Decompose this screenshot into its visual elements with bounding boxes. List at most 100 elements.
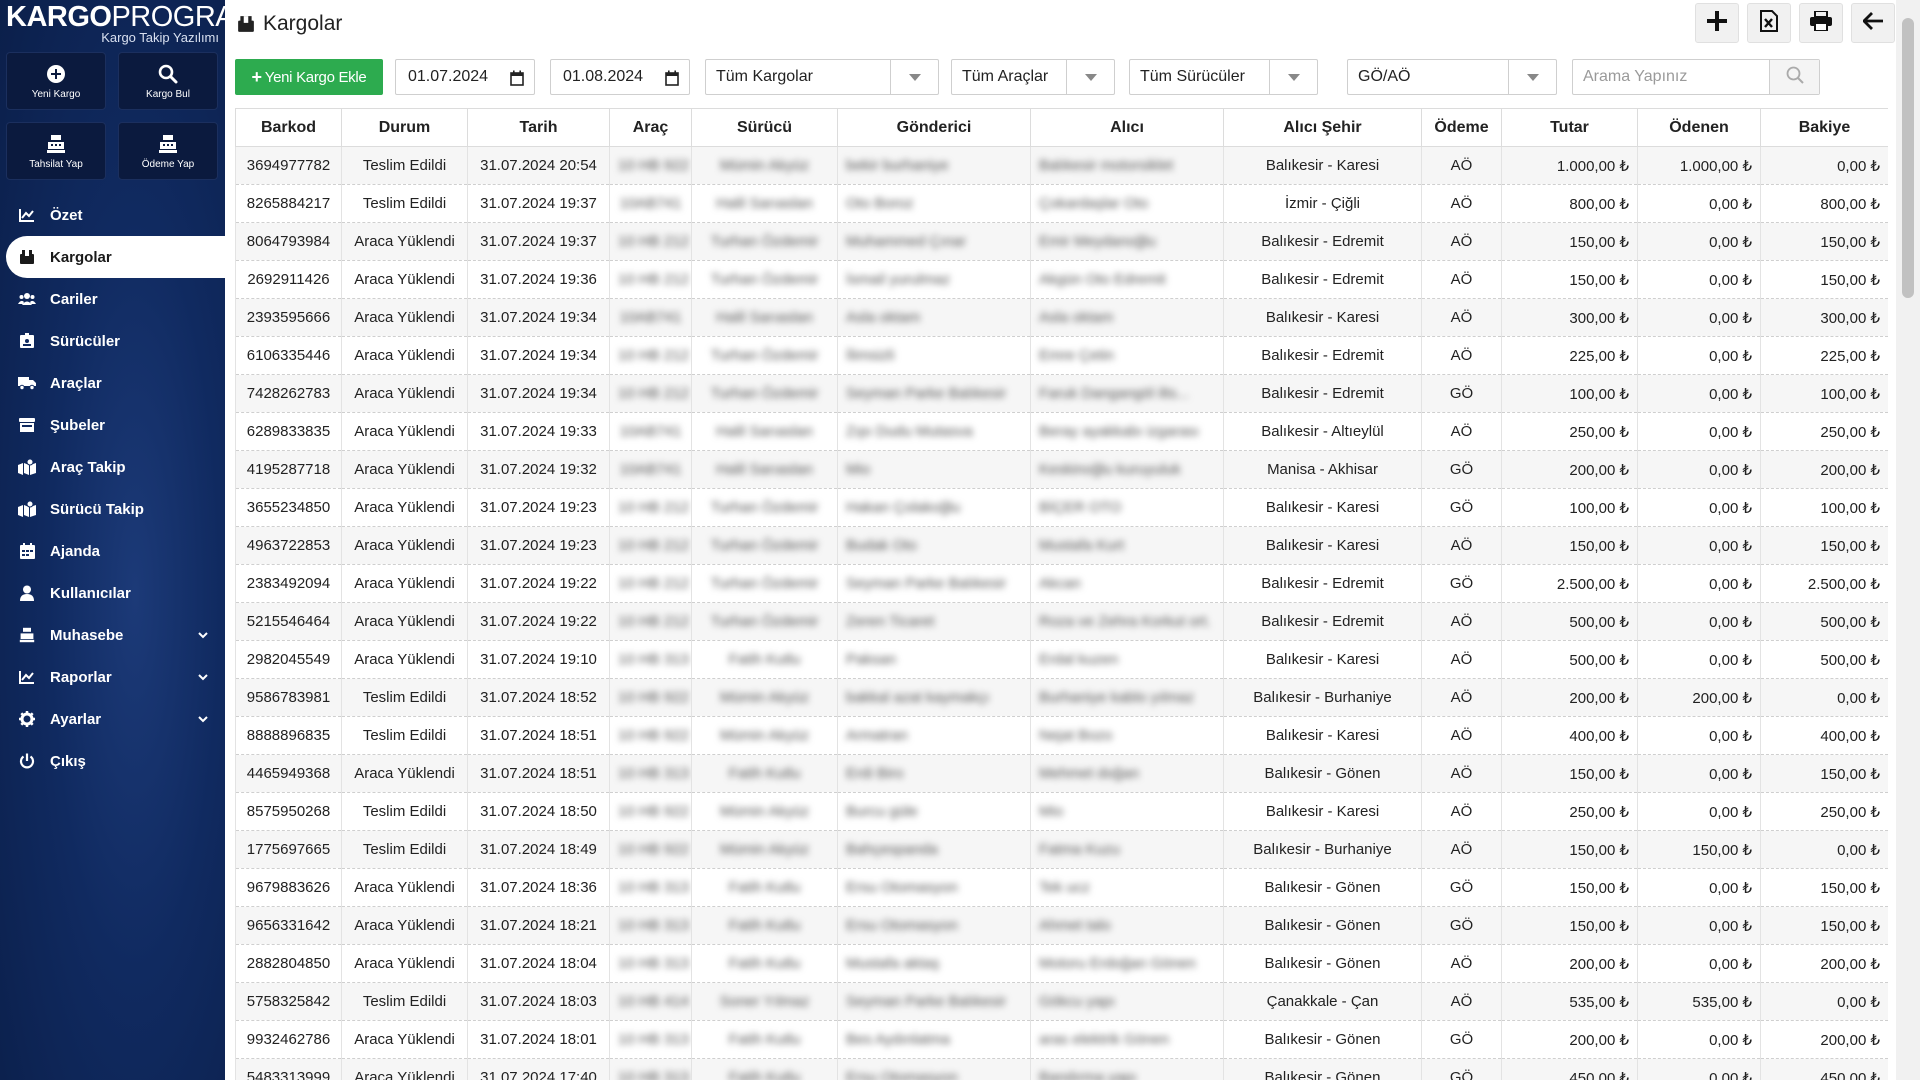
scrollbar-thumb[interactable] — [1902, 18, 1914, 298]
driver-filter-select[interactable]: Tüm Sürücüler — [1129, 59, 1318, 95]
table-row[interactable]: 8575950268 Teslim Edildi 31.07.2024 18:50 1… — [235, 792, 1888, 831]
cell-tarih: 31.07.2024 19:37 — [467, 222, 610, 261]
sidebar-item-kullanicilar[interactable]: Kullanıcılar — [0, 572, 225, 614]
table-row[interactable]: 2882804850 Araca Yüklendi 31.07.2024 18:04… — [235, 944, 1888, 983]
sidebar-item-ayarlar[interactable]: Ayarlar — [0, 698, 225, 740]
table-row[interactable]: 2393595666 Araca Yüklendi 31.07.2024 19:34… — [235, 298, 1888, 337]
cell-barkod: 6289833835 — [235, 412, 342, 451]
sidebar-item-suruculer[interactable]: Sürücüler — [0, 320, 225, 362]
header-actions — [1695, 3, 1895, 43]
table-row[interactable]: 8064793984 Araca Yüklendi 31.07.2024 19:37… — [235, 222, 1888, 261]
add-cargo-button[interactable]: + Yeni Kargo Ekle — [235, 59, 383, 95]
redacted-text: Motoru Erdoğan Gönen — [1039, 955, 1196, 972]
column-header-tarih[interactable]: Tarih — [467, 108, 610, 147]
redacted-text: Turhan Özdemir — [710, 613, 819, 630]
cell-surucu: Mümin Akyüz — [691, 792, 838, 831]
cell-durum: Araca Yüklendi — [341, 450, 468, 489]
column-header-alici-sehir[interactable]: Alıcı Şehir — [1223, 108, 1422, 147]
make-payment-button[interactable]: Ödeme Yap — [118, 122, 218, 180]
sidebar-item-ajanda[interactable]: Ajanda — [0, 530, 225, 572]
payment-filter-select[interactable]: GÖ/AÖ — [1347, 59, 1557, 95]
cell-surucu: Mümin Akyüz — [691, 830, 838, 869]
sidebar-item-label: Araçlar — [50, 374, 102, 392]
table-row[interactable]: 8265884217 Teslim Edildi 31.07.2024 19:37 1… — [235, 184, 1888, 223]
cell-arac: 10 HB 212 — [609, 564, 692, 603]
column-header-odeme[interactable]: Ödeme — [1421, 108, 1502, 147]
table-row[interactable]: 6289833835 Araca Yüklendi 31.07.2024 19:33… — [235, 412, 1888, 451]
table-row[interactable]: 2692911426 Araca Yüklendi 31.07.2024 19:36… — [235, 260, 1888, 299]
column-header-odenen[interactable]: Ödenen — [1637, 108, 1761, 147]
cell-alici-sehir: Balıkesir - Gönen — [1223, 868, 1422, 907]
table-row[interactable]: 9932462786 Araca Yüklendi 31.07.2024 18:01… — [235, 1020, 1888, 1059]
cell-tutar: 150,00 ₺ — [1501, 260, 1638, 299]
table-row[interactable]: 2982045549 Araca Yüklendi 31.07.2024 19:10… — [235, 640, 1888, 679]
column-header-arac[interactable]: Araç — [609, 108, 692, 147]
new-cargo-button[interactable]: Yeni Kargo — [6, 52, 106, 110]
table-row[interactable]: 1775697665 Teslim Edildi 31.07.2024 18:49 1… — [235, 830, 1888, 869]
date-to-input[interactable]: 01.08.2024 — [550, 59, 690, 95]
sidebar-item-raporlar[interactable]: Raporlar — [0, 656, 225, 698]
table-row[interactable]: 5215546464 Araca Yüklendi 31.07.2024 19:22… — [235, 602, 1888, 641]
search-input[interactable] — [1573, 60, 1769, 94]
search-button[interactable] — [1769, 60, 1819, 94]
find-cargo-button[interactable]: Kargo Bul — [118, 52, 218, 110]
add-button[interactable] — [1695, 3, 1739, 43]
sidebar-item-kargolar[interactable]: Kargolar — [6, 236, 225, 278]
column-header-alici[interactable]: Alıcı — [1030, 108, 1224, 147]
table-row[interactable]: 9656331642 Araca Yüklendi 31.07.2024 18:21… — [235, 906, 1888, 945]
table-row[interactable]: 3655234850 Araca Yüklendi 31.07.2024 19:23… — [235, 488, 1888, 527]
print-button[interactable] — [1799, 3, 1843, 43]
table-row[interactable]: 9679883626 Araca Yüklendi 31.07.2024 18:36… — [235, 868, 1888, 907]
sidebar-item-arac-takip[interactable]: Araç Takip — [0, 446, 225, 488]
column-header-surucu[interactable]: Sürücü — [691, 108, 838, 147]
sidebar-item-araclar[interactable]: Araçlar — [0, 362, 225, 404]
table-row[interactable]: 4195287718 Araca Yüklendi 31.07.2024 19:32… — [235, 450, 1888, 489]
cell-tarih: 31.07.2024 18:04 — [467, 944, 610, 983]
table-row[interactable]: 9586783981 Teslim Edildi 31.07.2024 18:52 1… — [235, 678, 1888, 717]
sidebar-item-ozet[interactable]: Özet — [0, 194, 225, 236]
cell-odenen: 0,00 ₺ — [1637, 944, 1761, 983]
calendar-icon[interactable] — [665, 70, 679, 86]
calendar-icon — [18, 542, 36, 560]
calendar-icon[interactable] — [510, 70, 524, 86]
column-header-bakiye[interactable]: Bakiye — [1760, 108, 1888, 147]
date-from-input[interactable]: 01.07.2024 — [395, 59, 535, 95]
table-row[interactable]: 4963722853 Araca Yüklendi 31.07.2024 19:23… — [235, 526, 1888, 565]
column-header-durum[interactable]: Durum — [341, 108, 468, 147]
table-row[interactable]: 5758325842 Teslim Edildi 31.07.2024 18:03 1… — [235, 982, 1888, 1021]
table-row[interactable]: 6106335446 Araca Yüklendi 31.07.2024 19:34… — [235, 336, 1888, 375]
sidebar-item-cariler[interactable]: Cariler — [0, 278, 225, 320]
cell-barkod: 1775697665 — [235, 830, 342, 869]
sidebar-item-muhasebe[interactable]: Muhasebe — [0, 614, 225, 656]
cell-odeme: AÖ — [1421, 792, 1502, 831]
table-row[interactable]: 5483313999 Araca Yüklendi 31.07.2024 17:40… — [235, 1058, 1888, 1080]
sidebar-item-subeler[interactable]: Şubeler — [0, 404, 225, 446]
column-header-gonderici[interactable]: Gönderici — [837, 108, 1031, 147]
sidebar-item-cikis[interactable]: Çıkış — [0, 740, 225, 782]
export-excel-button[interactable] — [1747, 3, 1791, 43]
cell-alici: Nejat Bozo — [1030, 716, 1224, 755]
column-header-tutar[interactable]: Tutar — [1501, 108, 1638, 147]
table-row[interactable]: 7428262783 Araca Yüklendi 31.07.2024 19:34… — [235, 374, 1888, 413]
redacted-text: Turhan Özdemir — [710, 233, 819, 250]
cell-gonderici: Bahçespanda — [837, 830, 1031, 869]
back-button[interactable] — [1851, 3, 1895, 43]
cell-barkod: 7428262783 — [235, 374, 342, 413]
page-scrollbar[interactable] — [1896, 0, 1920, 1080]
cell-tutar: 2.500,00 ₺ — [1501, 564, 1638, 603]
table-row[interactable]: 4465949368 Araca Yüklendi 31.07.2024 18:51… — [235, 754, 1888, 793]
table-row[interactable]: 2383492094 Araca Yüklendi 31.07.2024 19:22… — [235, 564, 1888, 603]
cargo-filter-select[interactable]: Tüm Kargolar — [705, 59, 939, 95]
chevron-down-icon — [197, 628, 209, 640]
vehicle-filter-select[interactable]: Tüm Araçlar — [951, 59, 1115, 95]
cell-bakiye: 400,00 ₺ — [1760, 716, 1888, 755]
sidebar-item-surucu-takip[interactable]: Sürücü Takip — [0, 488, 225, 530]
column-header-barkod[interactable]: Barkod — [235, 108, 342, 147]
collect-payment-button[interactable]: Tahsilat Yap — [6, 122, 106, 180]
table-row[interactable]: 3694977782 Teslim Edildi 31.07.2024 20:54 1… — [235, 146, 1888, 185]
table-row[interactable]: 8888896835 Teslim Edildi 31.07.2024 18:51 1… — [235, 716, 1888, 755]
cell-odenen: 0,00 ₺ — [1637, 716, 1761, 755]
cell-alici: Akcan — [1030, 564, 1224, 603]
logo[interactable]: KARGOPROGRAMI Kargo Takip Yazılımı — [0, 0, 266, 50]
chevron-down-icon — [197, 712, 209, 724]
